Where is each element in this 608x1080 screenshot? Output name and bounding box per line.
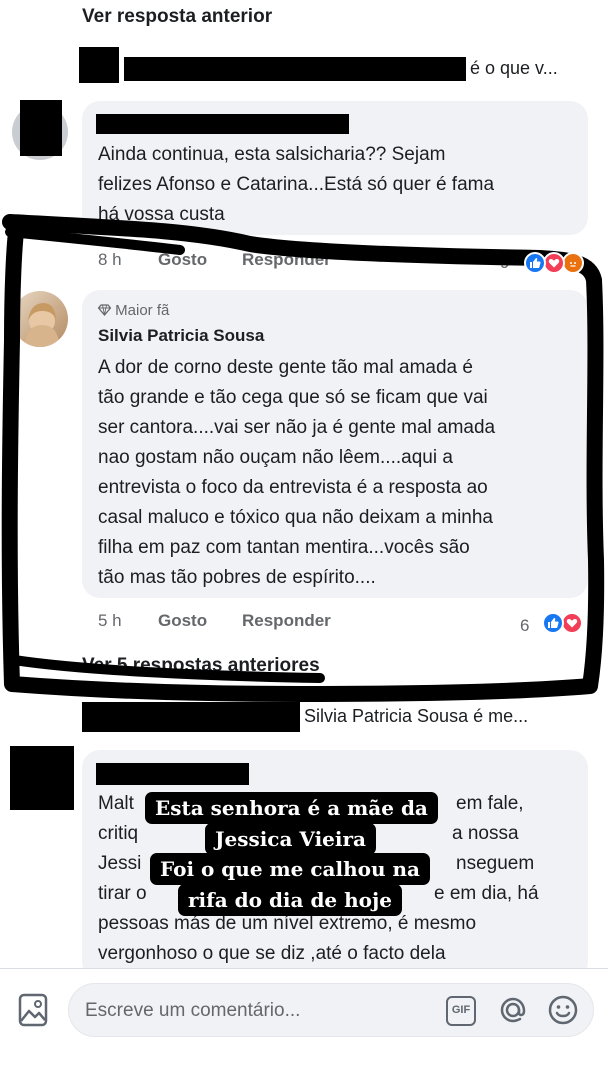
like-button[interactable]: Gosto bbox=[158, 611, 207, 630]
comment-text-line: nao gostam não ouçam não lêem....aqui a bbox=[98, 447, 453, 468]
comment-text-line: filha em paz com tantan mentira...vocês … bbox=[98, 537, 470, 558]
comment-text-line: tirar o bbox=[98, 883, 147, 904]
gif-icon[interactable]: GIF bbox=[446, 996, 476, 1026]
redacted-avatar bbox=[10, 746, 74, 810]
comment-text-line: Ainda continua, esta salsicharia?? Sejam bbox=[98, 144, 446, 165]
reply-button[interactable]: Responder bbox=[242, 250, 331, 269]
overlay-caption-line: Jessica Vieira bbox=[205, 823, 376, 855]
like-reaction-icon bbox=[524, 252, 546, 274]
comment-text-line: tão mas tão pobres de espírito.... bbox=[98, 567, 376, 588]
reaction-count[interactable]: 9 bbox=[500, 253, 509, 273]
mention-icon[interactable] bbox=[497, 994, 529, 1031]
badge-label: Maior fã bbox=[115, 302, 170, 319]
top-fan-badge: Maior fã bbox=[97, 302, 170, 319]
view-previous-reply-link[interactable]: Ver resposta anterior bbox=[82, 6, 272, 28]
comment-text-line: A dor de corno deste gente tão mal amada… bbox=[98, 357, 473, 378]
redacted-avatar bbox=[20, 100, 62, 156]
comment-text-line: tão grande e tão cega que só se ficam qu… bbox=[98, 387, 488, 408]
overlay-caption-line: Esta senhora é a mãe da bbox=[145, 792, 438, 824]
comment-author[interactable]: Silvia Patricia Sousa bbox=[98, 326, 264, 346]
reply-preview-suffix[interactable]: é o que v... bbox=[470, 58, 558, 79]
comment-composer-bar: Escreve um comentário... GIF bbox=[0, 968, 608, 1080]
comment-text-line: Malt bbox=[98, 793, 134, 814]
redacted-author-name bbox=[96, 763, 249, 785]
love-reaction-icon bbox=[561, 612, 583, 634]
reaction-count[interactable]: 6 bbox=[520, 616, 529, 636]
redacted-reply-author bbox=[82, 702, 300, 732]
comment-text-line: critiq bbox=[98, 823, 139, 844]
comment-text-fragment: a nossa bbox=[452, 823, 519, 844]
overlay-caption-line: Foi o que me calhou na bbox=[150, 853, 430, 885]
redacted-author-name bbox=[96, 114, 349, 134]
comment-text-line: ser cantora....vai ser não ja é gente ma… bbox=[98, 417, 496, 438]
comment-time: 8 h bbox=[98, 250, 122, 269]
like-reaction-icon bbox=[542, 612, 564, 634]
comment-input-placeholder: Escreve um comentário... bbox=[85, 1000, 301, 1021]
comment-text-fragment: nseguem bbox=[456, 853, 535, 874]
like-button[interactable]: Gosto bbox=[158, 250, 207, 269]
reply-button[interactable]: Responder bbox=[242, 611, 331, 630]
comment-text-line: entrevista o foco da entrevista é a resp… bbox=[98, 477, 488, 498]
comment-text-line: casal maluco e tóxico qua não deixam a m… bbox=[98, 507, 494, 528]
diamond-icon bbox=[97, 302, 115, 319]
comment-text-line: Jessi bbox=[98, 853, 142, 874]
photo-icon[interactable] bbox=[18, 993, 48, 1032]
comment-bubble: Maior fã Silvia Patricia Sousa A dor de … bbox=[82, 290, 588, 598]
redacted-reply-text bbox=[124, 57, 466, 81]
comment-text-fragment: e em dia, há bbox=[434, 883, 539, 904]
view-previous-replies-link[interactable]: Ver 5 respostas anteriores bbox=[82, 655, 320, 677]
comment-text-line: há vossa custa bbox=[98, 204, 225, 225]
overlay-caption-line: rifa do dia de hoje bbox=[178, 884, 402, 916]
love-reaction-icon bbox=[543, 252, 565, 274]
angry-reaction-icon bbox=[562, 252, 584, 274]
comment-text-line: felizes Afonso e Catarina...Está só quer… bbox=[98, 174, 495, 195]
comment-bubble: Ainda continua, esta salsicharia?? Sejam… bbox=[82, 101, 588, 235]
comment-input[interactable]: Escreve um comentário... GIF bbox=[68, 983, 594, 1037]
redacted-avatar bbox=[79, 47, 119, 83]
reply-preview-text[interactable]: Silvia Patricia Sousa é me... bbox=[304, 706, 528, 727]
comment-text-line: vergonhoso o que se diz ,até o facto del… bbox=[98, 943, 446, 964]
comment-text-fragment: em fale, bbox=[456, 793, 524, 814]
emoji-icon[interactable] bbox=[547, 994, 579, 1031]
avatar[interactable] bbox=[12, 291, 68, 347]
comment-time: 5 h bbox=[98, 611, 122, 630]
